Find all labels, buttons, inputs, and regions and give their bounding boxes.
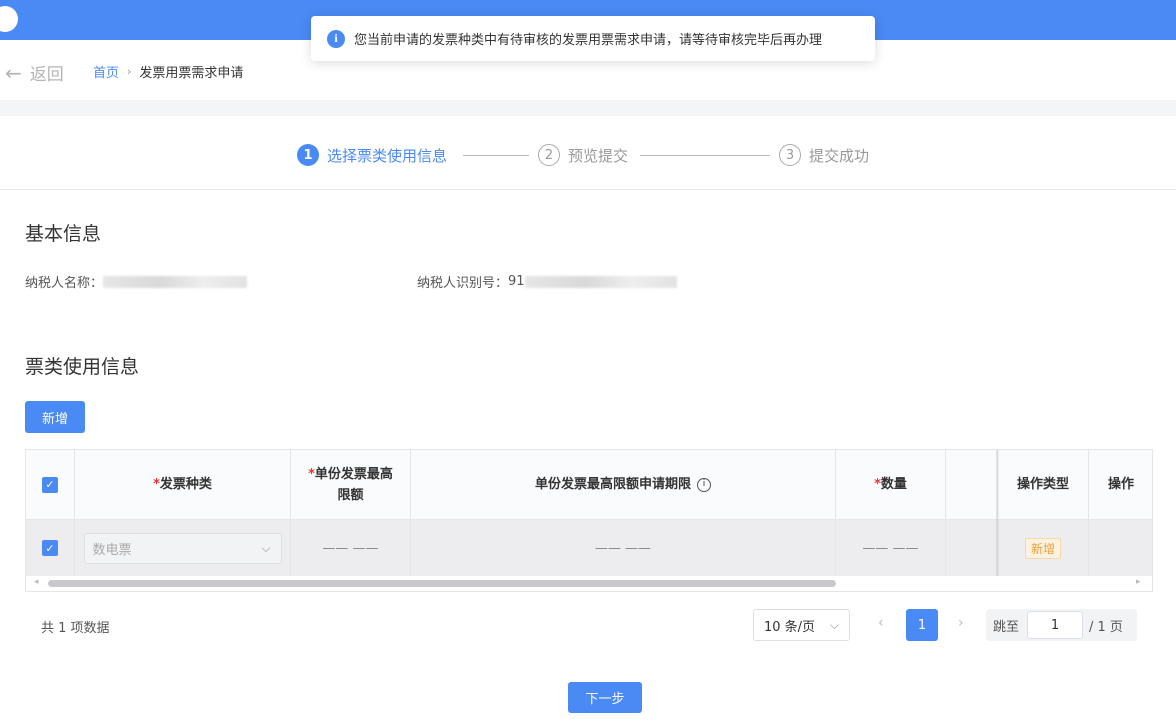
header-max-amount: *单份发票最高 限额 (291, 450, 411, 520)
breadcrumb: 首页 › 发票用票需求申请 (93, 62, 243, 81)
scrollbar-thumb[interactable] (48, 580, 836, 587)
step-3-number: 3 (779, 144, 801, 166)
invoice-type-select[interactable]: 数电票 ⌵ (83, 532, 282, 564)
taxpayer-name-label: 纳税人名称： (25, 276, 104, 291)
taxpayer-id: 纳税人识别号： 91 (417, 272, 677, 291)
step-connector (463, 155, 529, 156)
add-button[interactable]: 新增 (25, 401, 85, 433)
toast-message: 您当前申请的发票种类中有待审核的发票用票需求申请，请等待审核完毕后再办理 (354, 33, 823, 48)
page-1-button[interactable]: 1 (906, 609, 938, 641)
fixed-column-shadow (996, 450, 1000, 576)
page-size-value: 10 条/页 (764, 619, 816, 635)
row-quantity: —— —— (836, 520, 946, 576)
header-quantity: * 数量 (836, 450, 946, 520)
step-3: 3 提交成功 (779, 144, 869, 166)
row-checkbox[interactable]: ✓ (42, 540, 58, 556)
header-empty (946, 450, 998, 520)
taxpayer-name-value-redacted (103, 275, 248, 288)
row-period: —— —— (411, 520, 836, 576)
header-quantity-label: 数量 (880, 477, 907, 492)
step-connector (640, 155, 770, 156)
chevron-right-icon: › (127, 65, 132, 78)
info-toast: i 您当前申请的发票种类中有待审核的发票用票需求申请，请等待审核完毕后再办理 (311, 16, 875, 61)
step-1: 1 选择票类使用信息 (297, 144, 447, 166)
header-select-all: ✓ (26, 450, 75, 520)
breadcrumb-current: 发票用票需求申请 (139, 66, 244, 81)
header-max-amount-line1: 单份发票最高 (314, 466, 393, 482)
jump-label: 跳至 (993, 619, 1020, 635)
header-period: 单份发票最高限额申请期限 i (411, 450, 836, 520)
total-count: 共 1 项数据 (41, 621, 110, 636)
ticket-table: ✓ * 发票种类 *单份发票最高 限额 单份发票最高限额申请期限 i * 数量 操作… (25, 449, 1153, 592)
taxpayer-id-prefix: 91 (508, 274, 525, 289)
header-op-type: 操作类型 (998, 450, 1089, 520)
taxpayer-name: 纳税人名称： (25, 272, 248, 291)
row-op-type: 新增 (998, 520, 1089, 576)
jump-page-input[interactable]: 1 (1027, 611, 1084, 639)
basic-info-title: 基本信息 (25, 223, 102, 245)
section-divider (0, 100, 1176, 116)
scroll-left-icon[interactable]: ◂ (34, 577, 39, 587)
steps-bar: 1 选择票类使用信息 2 预览提交 3 提交成功 (0, 116, 1176, 190)
arrow-left-icon: ← (5, 60, 22, 85)
step-2-label: 预览提交 (568, 146, 629, 165)
row-empty (946, 520, 998, 576)
step-2: 2 预览提交 (538, 144, 628, 166)
next-step-button[interactable]: 下一步 (568, 682, 642, 713)
prev-page-icon[interactable]: ‹ (878, 615, 884, 631)
taxpayer-id-value-redacted (524, 275, 677, 288)
total-pages: / 1 页 (1089, 619, 1123, 635)
row-type: 数电票 ⌵ (75, 520, 291, 576)
invoice-type-value: 数电票 (92, 542, 132, 558)
header-op: 操作 (1089, 450, 1152, 520)
chevron-down-icon: ⌵ (261, 540, 271, 555)
breadcrumb-home-link[interactable]: 首页 (93, 62, 119, 81)
header-type: * 发票种类 (75, 450, 291, 520)
step-1-number: 1 (297, 144, 319, 166)
status-badge: 新增 (1024, 537, 1061, 559)
info-icon: i (327, 29, 345, 48)
step-1-label: 选择票类使用信息 (327, 146, 448, 165)
row-select: ✓ (26, 520, 75, 576)
chevron-down-icon: ⌵ (829, 617, 839, 632)
back-button[interactable]: ← 返回 (5, 60, 64, 86)
next-page-icon[interactable]: › (958, 615, 964, 631)
back-label: 返回 (29, 65, 64, 85)
row-op (1089, 520, 1152, 576)
avatar[interactable] (0, 6, 18, 32)
header-type-label: 发票种类 (159, 477, 212, 492)
step-3-label: 提交成功 (809, 146, 870, 165)
row-max-amount: —— —— (291, 520, 411, 576)
header-period-label: 单份发票最高限额申请期限 (534, 477, 691, 492)
page-jumper: 跳至 1 / 1 页 (986, 609, 1137, 641)
info-circle-icon[interactable]: i (697, 477, 711, 492)
select-all-checkbox[interactable]: ✓ (42, 476, 58, 493)
horizontal-scrollbar[interactable]: ◂ ▸ (26, 576, 1152, 591)
taxpayer-id-label: 纳税人识别号： (417, 276, 509, 291)
scroll-right-icon[interactable]: ▸ (1136, 577, 1141, 587)
ticket-info-title: 票类使用信息 (25, 356, 140, 378)
header-max-amount-line2: 限额 (337, 487, 364, 503)
page-size-select[interactable]: 10 条/页 ⌵ (753, 609, 850, 641)
step-2-number: 2 (538, 144, 560, 166)
